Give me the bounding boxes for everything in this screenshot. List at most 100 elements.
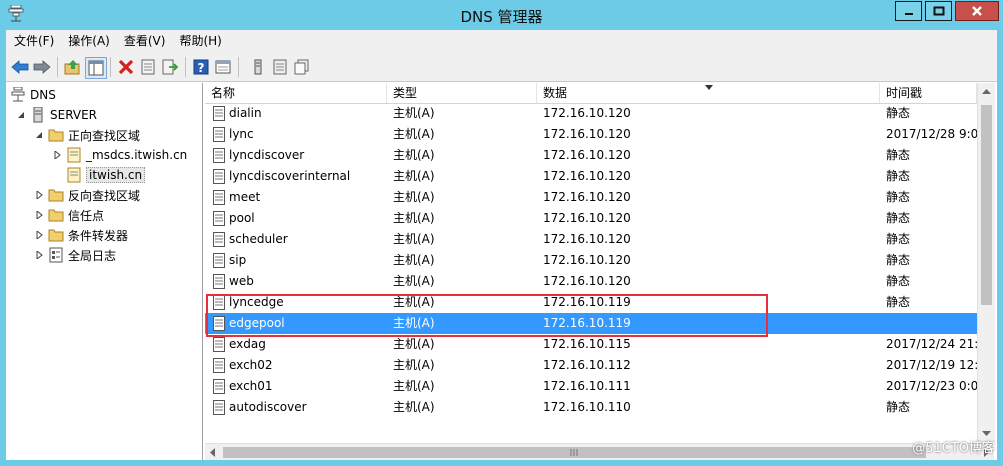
collapsed-arrow-icon[interactable]	[34, 190, 44, 200]
table-row[interactable]: exch02 主机(A) 172.16.10.112 2017/12/19 12:0	[205, 355, 977, 376]
collapsed-arrow-icon[interactable]	[34, 210, 44, 220]
menu-help[interactable]: 帮助(H)	[171, 30, 227, 52]
horizontal-scroll-thumb[interactable]	[223, 447, 926, 458]
tree-item-dns[interactable]: DNS	[10, 85, 56, 105]
collapsed-arrow-icon[interactable]	[52, 150, 62, 160]
table-row[interactable]: lyncedge 主机(A) 172.16.10.119 静态	[205, 292, 977, 313]
record-type: 主机(A)	[393, 295, 435, 309]
table-row[interactable]: exdag 主机(A) 172.16.10.115 2017/12/24 21:0	[205, 334, 977, 355]
tree-label: DNS	[30, 88, 56, 102]
help-button[interactable]: ?	[191, 57, 211, 77]
column-header-timestamp[interactable]: 时间戳	[880, 83, 977, 103]
record-timestamp: 静态	[886, 190, 911, 204]
menu-view[interactable]: 查看(V)	[116, 30, 172, 52]
expanded-arrow-icon[interactable]	[34, 130, 44, 140]
expanded-arrow-icon[interactable]	[16, 110, 26, 120]
toolbar-separator	[57, 57, 58, 77]
record-timestamp: 2017/12/23 0:00	[886, 379, 977, 393]
table-row[interactable]: autodiscover 主机(A) 172.16.10.110 静态	[205, 397, 977, 418]
record-name: web	[229, 274, 254, 288]
column-header-name[interactable]: 名称	[205, 83, 387, 103]
table-row[interactable]: sip 主机(A) 172.16.10.120 静态	[205, 250, 977, 271]
close-button[interactable]	[955, 1, 999, 21]
tree-label: 正向查找区域	[68, 128, 141, 143]
table-row[interactable]: lync 主机(A) 172.16.10.120 2017/12/28 9:00	[205, 124, 977, 145]
properties-button[interactable]	[138, 57, 158, 77]
table-row[interactable]: dialin 主机(A) 172.16.10.120 静态	[205, 103, 977, 124]
forward-icon	[33, 60, 51, 74]
record-data: 172.16.10.110	[543, 400, 631, 414]
host-record-icon	[213, 316, 225, 331]
table-row[interactable]: web 主机(A) 172.16.10.120 静态	[205, 271, 977, 292]
tree-item-trust-points[interactable]: 信任点	[34, 205, 104, 225]
scroll-up-icon[interactable]	[982, 89, 991, 95]
menu-file[interactable]: 文件(F)	[6, 30, 60, 52]
console-button[interactable]	[213, 57, 233, 77]
host-record-icon	[213, 211, 225, 226]
collapsed-arrow-icon[interactable]	[34, 230, 44, 240]
vertical-scrollbar[interactable]	[977, 83, 995, 443]
tree-item-server[interactable]: SERVER	[16, 105, 97, 125]
record-timestamp: 静态	[886, 106, 911, 120]
tree-label: 反向查找区域	[68, 188, 141, 203]
menu-action[interactable]: 操作(A)	[60, 30, 116, 52]
main-frame: 文件(F) 操作(A) 查看(V) 帮助(H) ? DNS SERVER 正向查…	[6, 30, 997, 460]
record-type: 主机(A)	[393, 400, 435, 414]
tree-item-itwish[interactable]: itwish.cn	[66, 165, 146, 185]
server-button[interactable]	[248, 57, 268, 77]
record-timestamp: 静态	[886, 400, 911, 414]
column-header-type[interactable]: 类型	[387, 83, 537, 103]
table-row[interactable]: edgepool 主机(A) 172.16.10.119	[205, 313, 977, 334]
sort-indicator-icon	[705, 85, 713, 90]
record-type: 主机(A)	[393, 106, 435, 120]
server-icon	[33, 107, 43, 123]
dns-root-icon	[11, 87, 25, 102]
tree-label: 信任点	[68, 208, 105, 223]
record-data: 172.16.10.119	[543, 316, 631, 330]
forward-button[interactable]	[32, 57, 52, 77]
back-button[interactable]	[10, 57, 30, 77]
table-row[interactable]: meet 主机(A) 172.16.10.120 静态	[205, 187, 977, 208]
record-name: scheduler	[229, 232, 288, 246]
tree-item-global-logs[interactable]: 全局日志	[34, 245, 116, 265]
host-record-icon	[213, 337, 225, 352]
export-button[interactable]	[160, 57, 180, 77]
maximize-icon	[933, 6, 944, 16]
list-button[interactable]	[270, 57, 290, 77]
tree-item-reverse-zone[interactable]: 反向查找区域	[34, 185, 140, 205]
table-row[interactable]: lyncdiscover 主机(A) 172.16.10.120 静态	[205, 145, 977, 166]
maximize-button[interactable]	[925, 1, 952, 21]
up-folder-button[interactable]	[63, 57, 83, 77]
show-tree-button[interactable]	[85, 57, 107, 79]
record-data: 172.16.10.120	[543, 148, 631, 162]
table-row[interactable]: exch01 主机(A) 172.16.10.111 2017/12/23 0:00	[205, 376, 977, 397]
record-data: 172.16.10.120	[543, 211, 631, 225]
delete-button[interactable]	[116, 57, 136, 77]
scroll-left-icon[interactable]	[210, 448, 216, 457]
tree-item-conditional-forwarders[interactable]: 条件转发器	[34, 225, 128, 245]
tree-item-msdcs[interactable]: _msdcs.itwish.cn	[52, 145, 187, 165]
minimize-button[interactable]	[895, 1, 922, 21]
collapsed-arrow-icon[interactable]	[34, 250, 44, 260]
record-name: lyncedge	[229, 295, 284, 309]
export-icon	[162, 59, 178, 75]
folder-icon	[48, 189, 64, 202]
copy-icon	[294, 59, 309, 75]
copy-button[interactable]	[292, 57, 312, 77]
table-row[interactable]: lyncdiscoverinternal 主机(A) 172.16.10.120 静态	[205, 166, 977, 187]
column-header-data[interactable]: 数据	[537, 83, 880, 103]
tree-item-forward-zone[interactable]: 正向查找区域	[34, 125, 140, 145]
record-data: 172.16.10.120	[543, 274, 631, 288]
record-name: exch01	[229, 379, 273, 393]
vertical-scroll-thumb[interactable]	[981, 105, 992, 305]
host-record-icon	[213, 295, 225, 310]
record-name: pool	[229, 211, 255, 225]
table-row[interactable]: pool 主机(A) 172.16.10.120 静态	[205, 208, 977, 229]
record-name: sip	[229, 253, 247, 267]
host-record-icon	[213, 190, 225, 205]
record-data: 172.16.10.119	[543, 295, 631, 309]
zone-icon	[67, 147, 81, 163]
horizontal-scrollbar[interactable]	[205, 443, 994, 460]
table-row[interactable]: scheduler 主机(A) 172.16.10.120 静态	[205, 229, 977, 250]
record-data: 172.16.10.120	[543, 190, 631, 204]
